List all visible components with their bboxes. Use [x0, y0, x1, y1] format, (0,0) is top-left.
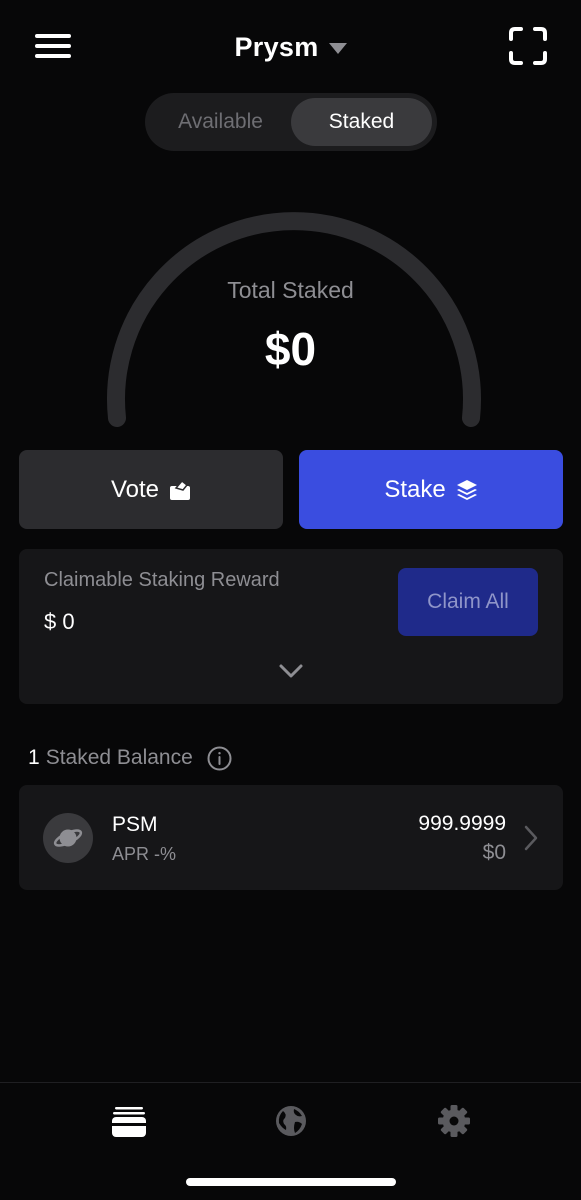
home-indicator	[186, 1178, 396, 1186]
page-title: Prysm	[234, 31, 319, 62]
stake-button[interactable]: Stake	[299, 450, 563, 529]
stake-button-label: Stake	[384, 475, 446, 503]
wallet-icon[interactable]	[111, 1103, 147, 1139]
total-staked-value: $0	[264, 323, 317, 375]
token-usd-value: $0	[482, 841, 506, 864]
vote-button-label: Vote	[110, 475, 160, 503]
info-icon[interactable]	[207, 746, 232, 771]
chevron-right-icon	[524, 825, 538, 851]
staked-balance-header: 1 Staked Balance	[28, 744, 232, 772]
planet-icon	[53, 829, 83, 847]
caret-down-icon	[328, 42, 347, 54]
app-header: Prysm	[0, 0, 581, 90]
token-apr: APR -%	[112, 844, 177, 864]
token-avatar	[43, 813, 93, 863]
wallet-selector[interactable]: Prysm	[0, 30, 581, 64]
globe-icon[interactable]	[273, 1103, 309, 1139]
list-item[interactable]: PSM APR -% 999.9999 $0	[19, 785, 563, 890]
ballot-box-icon	[170, 479, 191, 500]
staked-balance-label: Staked Balance	[45, 746, 193, 769]
staked-balance-count: 1	[28, 746, 40, 769]
claim-all-button[interactable]: Claim All	[398, 568, 538, 636]
balance-segmented-control: Available Staked	[145, 93, 437, 151]
gear-icon[interactable]	[436, 1103, 472, 1139]
tab-available[interactable]: Available	[150, 98, 291, 146]
total-staked-label: Total Staked	[227, 277, 354, 303]
vote-button[interactable]: Vote	[19, 450, 283, 529]
total-staked-gauge	[107, 212, 481, 427]
token-name: PSM	[112, 813, 158, 836]
claimable-reward-card: Claimable Staking Reward $ 0 Claim All	[19, 549, 563, 704]
claimable-reward-label: Claimable Staking Reward	[44, 569, 280, 591]
token-amount: 999.9999	[418, 812, 506, 835]
layers-icon	[456, 479, 477, 500]
chevron-down-icon[interactable]	[278, 663, 304, 679]
claimable-reward-value: $ 0	[44, 609, 75, 634]
tab-staked[interactable]: Staked	[291, 98, 432, 146]
scan-icon[interactable]	[508, 26, 548, 66]
gauge-track	[107, 212, 481, 427]
